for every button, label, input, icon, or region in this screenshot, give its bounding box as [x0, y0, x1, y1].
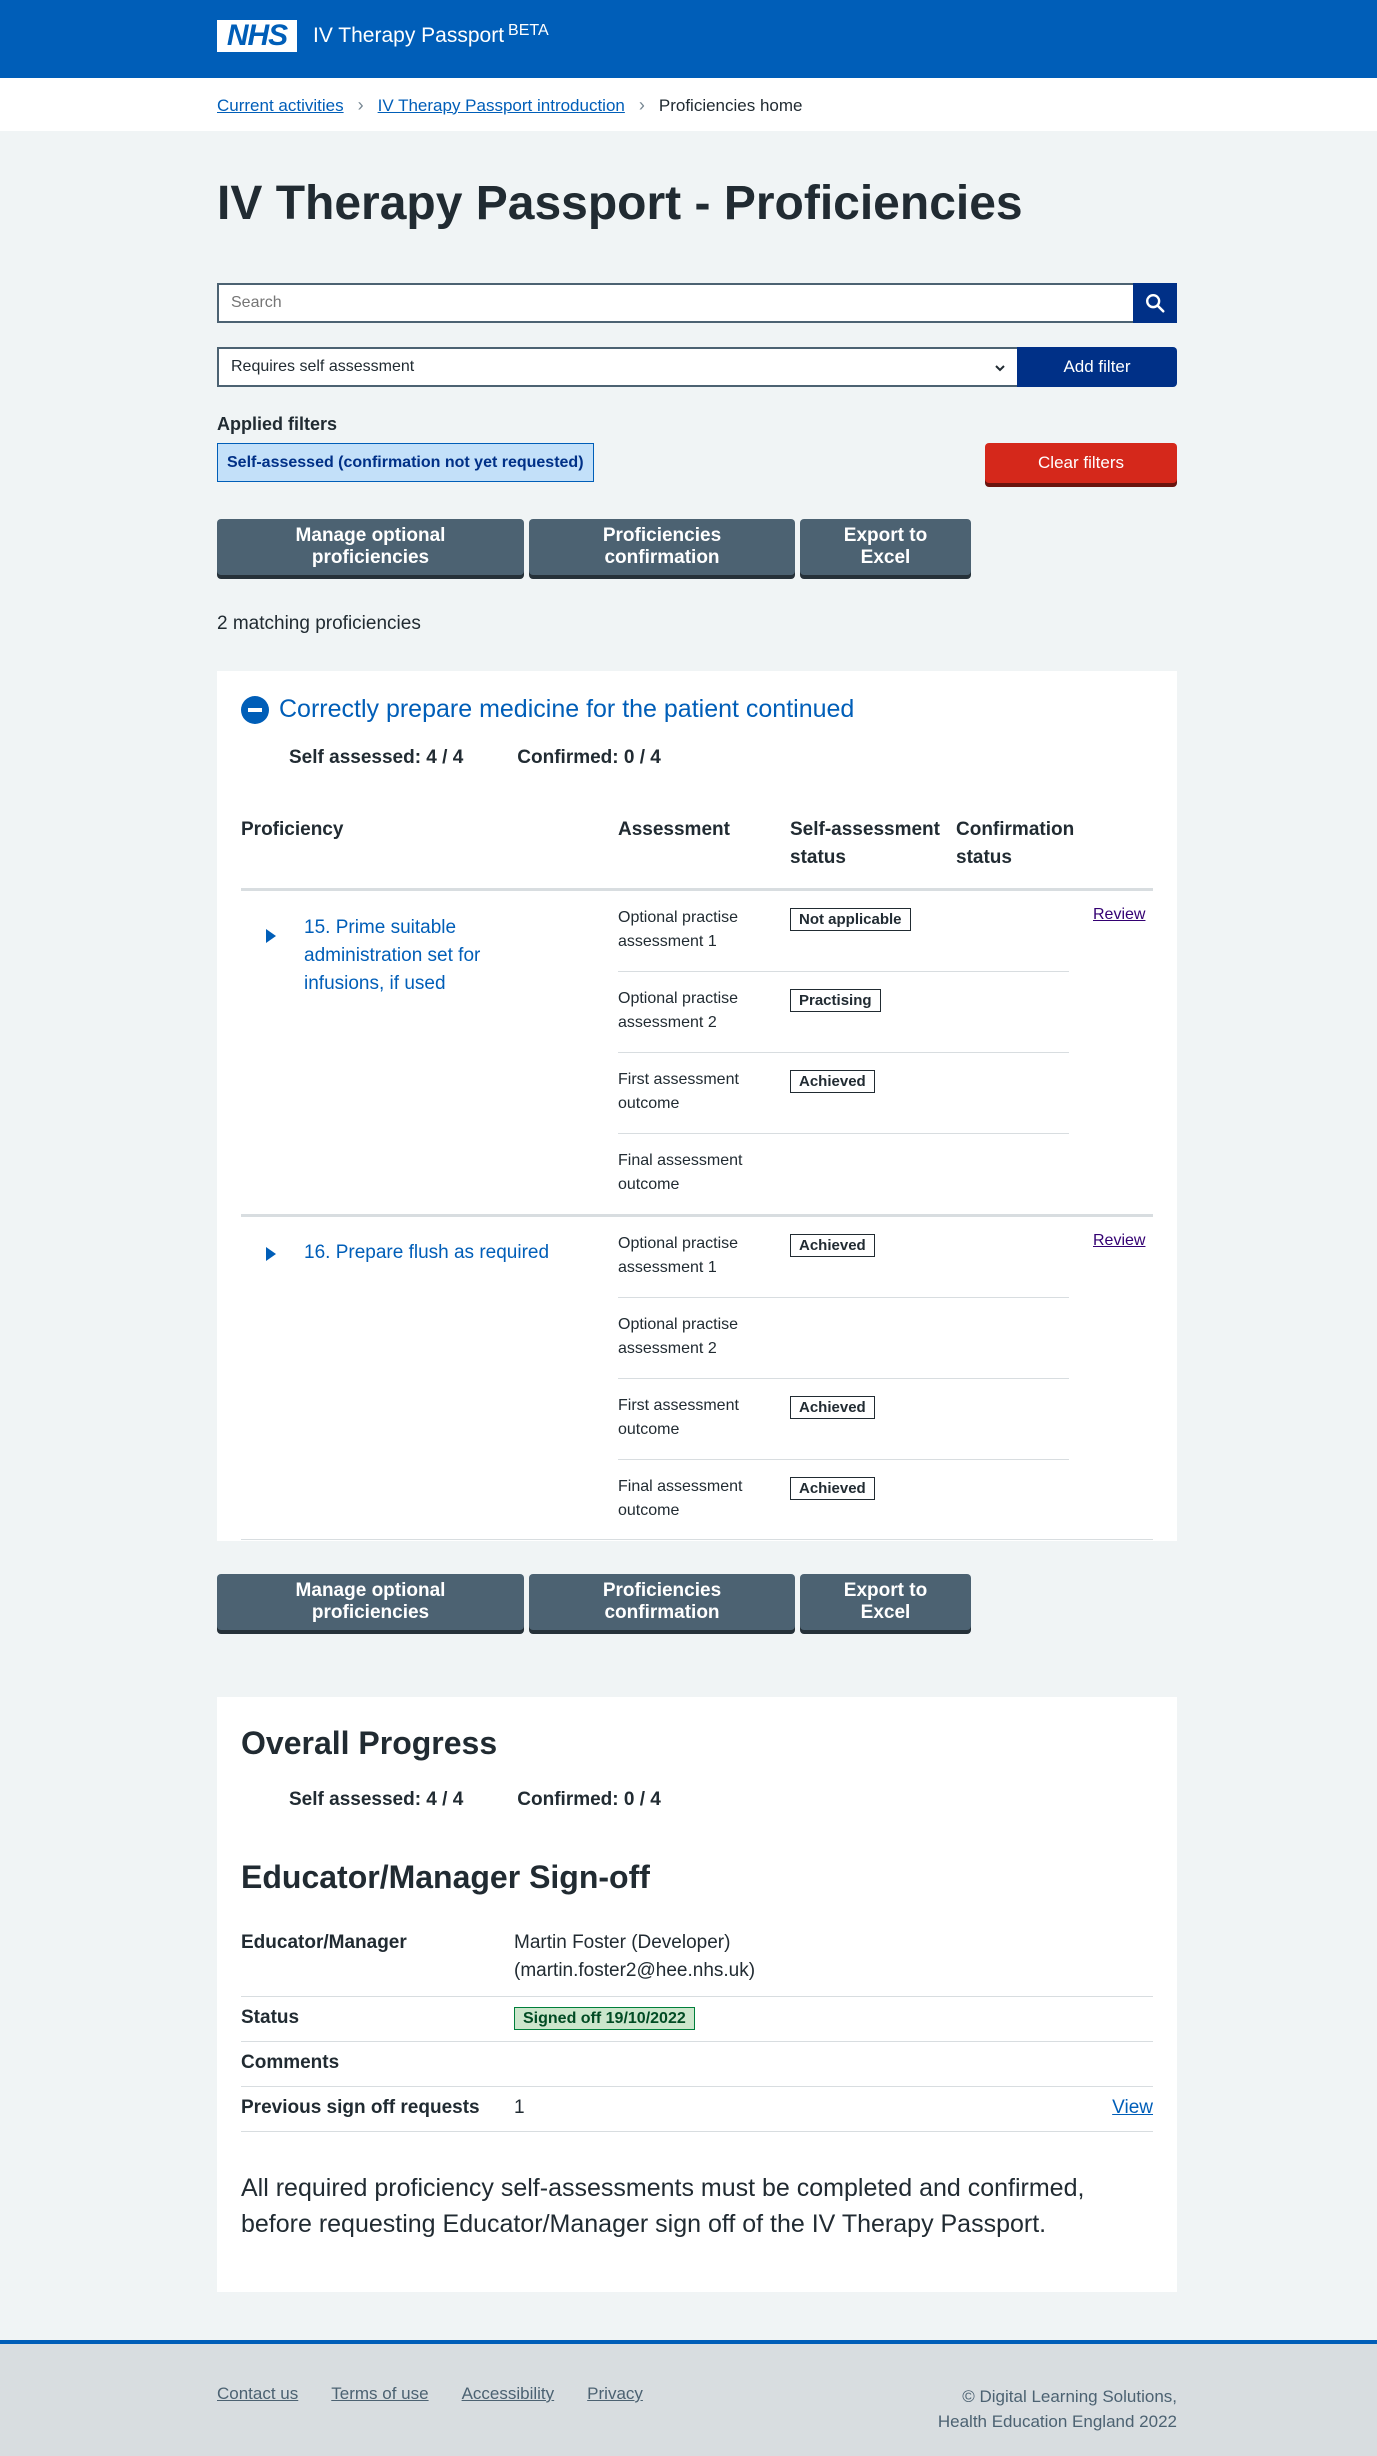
search-input[interactable]: [217, 283, 1133, 323]
search-button[interactable]: [1133, 283, 1177, 323]
table-row: 15. Prime suitable administration set fo…: [241, 891, 1153, 1214]
summary-value: Signed off 19/10/2022: [514, 2004, 695, 2033]
applied-filter-tag[interactable]: Self-assessed (confirmation not yet requ…: [217, 443, 594, 482]
chevron-right-icon: ›: [638, 95, 645, 115]
filter-form: Requires self assessment Add filter: [217, 347, 1177, 387]
assessment-label: Final assessment outcome: [618, 1152, 743, 1193]
section-counts: Self assessed: 4 / 4 Confirmed: 0 / 4: [289, 747, 661, 769]
collapse-icon: [241, 695, 269, 724]
footer-links: Contact us Terms of use Accessibility Pr…: [217, 2384, 643, 2404]
page-title: IV Therapy Passport - Proficiencies: [217, 177, 1023, 230]
section-toggle[interactable]: Correctly prepare medicine for the patie…: [241, 695, 854, 724]
proficiency-link[interactable]: 16. Prepare flush as required: [304, 1239, 604, 1267]
assessment-label: Final assessment outcome: [618, 1478, 743, 1519]
nhs-logo[interactable]: NHS: [217, 19, 297, 52]
status-tag: Achieved: [790, 1396, 875, 1419]
matching-count: 2 matching proficiencies: [217, 613, 421, 634]
summary-row-status: Status Signed off 19/10/2022: [241, 1997, 1153, 2042]
chevron-down-icon: [995, 365, 1005, 372]
footer-link-contact[interactable]: Contact us: [217, 2384, 298, 2404]
search-icon: [1146, 294, 1165, 313]
action-buttons-top: Manage optional proficiencies Proficienc…: [217, 519, 971, 575]
status-tag: Achieved: [790, 1234, 875, 1257]
section-title: Correctly prepare medicine for the patie…: [279, 695, 855, 723]
view-link[interactable]: View: [1112, 2097, 1153, 2119]
row-divider: [618, 971, 1069, 972]
proficiencies-confirmation-button[interactable]: Proficiencies confirmation: [529, 1574, 795, 1630]
review-link[interactable]: Review: [1093, 1232, 1145, 1250]
table-row: 16. Prepare flush as required Review Opt…: [241, 1217, 1153, 1541]
review-link[interactable]: Review: [1093, 906, 1145, 924]
site-footer: Contact us Terms of use Accessibility Pr…: [0, 2340, 1377, 2456]
row-divider: [618, 1378, 1069, 1379]
applied-filters-label: Applied filters: [217, 414, 338, 434]
search-form: [217, 283, 1177, 323]
proficiency-link[interactable]: 15. Prime suitable administration set fo…: [304, 914, 564, 998]
row-divider: [618, 1052, 1069, 1053]
row-divider: [618, 1459, 1069, 1460]
row-divider: [241, 1539, 1153, 1540]
assessment-label: Optional practise assessment 2: [618, 990, 739, 1031]
copyright: © Digital Learning Solutions, Health Edu…: [937, 2387, 1177, 2431]
assessment-label: First assessment outcome: [618, 1071, 739, 1112]
column-header-proficiency: Proficiency: [241, 819, 344, 840]
column-header-confirmation-status: Confirmation status: [956, 819, 1075, 868]
service-name[interactable]: IV Therapy Passport BETA: [313, 22, 549, 48]
footer-link-privacy[interactable]: Privacy: [587, 2384, 643, 2404]
column-header-assessment: Assessment: [618, 819, 730, 840]
manager-value: Martin Foster (Developer) (martin.foster2…: [514, 1932, 756, 1981]
signoff-title: Educator/Manager Sign-off: [241, 1859, 650, 1895]
summary-key: Educator/Manager: [241, 1932, 407, 1953]
expand-triangle-icon[interactable]: [266, 1247, 276, 1261]
breadcrumb-bar: Current activities › IV Therapy Passport…: [0, 78, 1377, 131]
clear-filters-button[interactable]: Clear filters: [985, 443, 1177, 483]
overall-progress-title: Overall Progress: [241, 1725, 498, 1761]
summary-row-manager: Educator/Manager Martin Foster (Develope…: [241, 1929, 1153, 1997]
status-badge: Signed off 19/10/2022: [514, 2007, 695, 2030]
manage-optional-proficiencies-button[interactable]: Manage optional proficiencies: [217, 1574, 524, 1630]
summary-key: Status: [241, 2007, 300, 2028]
site-header: NHS IV Therapy Passport BETA: [0, 0, 1377, 78]
assessment-label: Optional practise assessment 1: [618, 1235, 739, 1276]
row-divider: [618, 1133, 1069, 1134]
status-tag: Achieved: [790, 1070, 875, 1093]
overall-progress-card: Overall Progress Self assessed: 4 / 4 Co…: [217, 1697, 1177, 2292]
self-assessed-count: Self assessed: 4 / 4: [289, 747, 464, 768]
export-to-excel-button[interactable]: Export to Excel: [800, 1574, 971, 1630]
status-tag: Not applicable: [790, 908, 911, 931]
manage-optional-proficiencies-button[interactable]: Manage optional proficiencies: [217, 519, 524, 575]
summary-key: Comments: [241, 2052, 340, 2073]
assessment-label: Optional practise assessment 1: [618, 909, 739, 950]
assessment-label: First assessment outcome: [618, 1397, 739, 1438]
filter-select[interactable]: Requires self assessment: [217, 347, 1017, 387]
status-tag: Practising: [790, 989, 881, 1012]
expand-triangle-icon[interactable]: [266, 929, 276, 943]
footer-link-terms[interactable]: Terms of use: [331, 2384, 428, 2404]
status-tag: Achieved: [790, 1477, 875, 1500]
export-to-excel-button[interactable]: Export to Excel: [800, 519, 971, 575]
proficiencies-confirmation-button[interactable]: Proficiencies confirmation: [529, 519, 795, 575]
overall-counts: Self assessed: 4 / 4 Confirmed: 0 / 4: [289, 1789, 661, 1811]
summary-key: Previous sign off requests: [241, 2097, 480, 2118]
row-divider: [618, 1297, 1069, 1298]
beta-label: BETA: [508, 22, 549, 39]
summary-value: 1: [514, 2097, 525, 2118]
competency-group-card: Correctly prepare medicine for the patie…: [217, 671, 1177, 1541]
chevron-right-icon: ›: [357, 95, 364, 115]
add-filter-button[interactable]: Add filter: [1017, 347, 1177, 387]
confirmed-count: Confirmed: 0 / 4: [517, 747, 661, 768]
signoff-notice: All required proficiency self-assessment…: [241, 2174, 1085, 2238]
self-assessed-count: Self assessed: 4 / 4: [289, 1789, 464, 1810]
confirmed-count: Confirmed: 0 / 4: [517, 1789, 661, 1810]
breadcrumb: Current activities › IV Therapy Passport…: [217, 95, 803, 116]
breadcrumb-link-introduction[interactable]: IV Therapy Passport introduction: [378, 96, 625, 116]
assessment-label: Optional practise assessment 2: [618, 1316, 739, 1357]
summary-row-comments: Comments: [241, 2042, 1153, 2087]
action-buttons-bottom: Manage optional proficiencies Proficienc…: [217, 1574, 971, 1630]
column-header-self-status: Self-assessment status: [790, 819, 940, 868]
breadcrumb-current: Proficiencies home: [658, 95, 803, 115]
breadcrumb-link-current-activities[interactable]: Current activities: [217, 96, 344, 116]
summary-row-previous: Previous sign off requests 1 View: [241, 2087, 1153, 2132]
footer-link-accessibility[interactable]: Accessibility: [462, 2384, 555, 2404]
